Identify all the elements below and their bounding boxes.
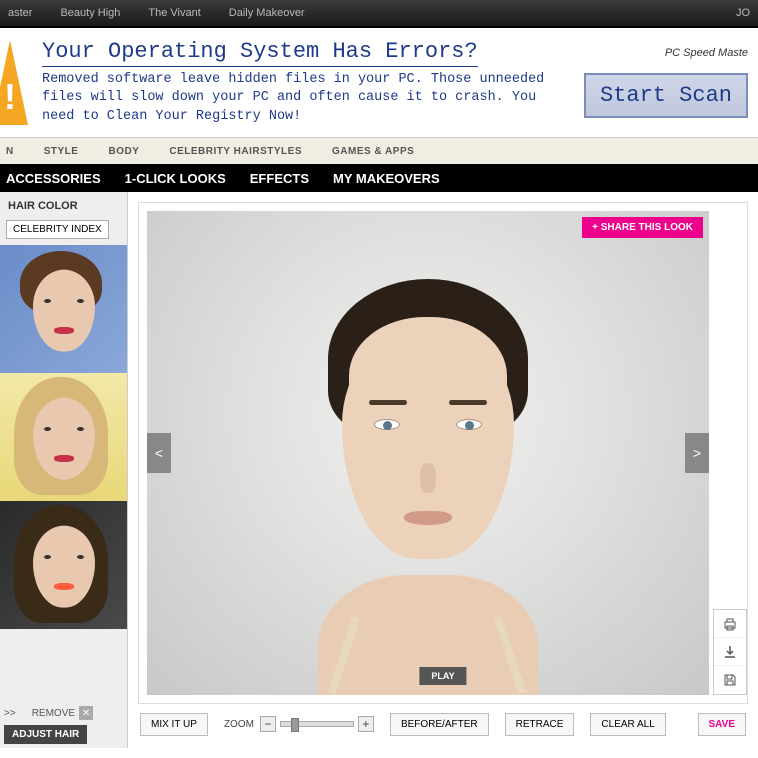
category-nav: N STYLE BODY CELEBRITY HAIRSTYLES GAMES … [0,138,758,164]
nav2-item-accessories[interactable]: ACCESSORIES [6,171,101,186]
zoom-in-button[interactable]: + [358,716,374,732]
top-nav-join[interactable]: JO [736,7,750,19]
bottom-controls: MIX IT UP ZOOM − + BEFORE/AFTER RETRACE … [138,704,748,738]
print-icon[interactable] [714,610,746,638]
ad-banner: ! Your Operating System Has Errors? Remo… [0,28,758,138]
zoom-slider[interactable] [280,721,354,727]
top-nav-item-vivant[interactable]: The Vivant [148,7,200,19]
nav1-item-n[interactable]: N [6,146,14,157]
ad-body: Removed software leave hidden files in y… [42,71,552,126]
celebrity-thumb-1[interactable] [0,245,127,373]
zoom-label: ZOOM [224,719,254,730]
play-button[interactable]: PLAY [419,667,466,685]
save-disk-icon[interactable] [714,666,746,694]
nav1-item-games[interactable]: GAMES & APPS [332,146,414,157]
next-arrow-button[interactable]: > [685,433,709,473]
remove-close-icon[interactable]: ✕ [79,706,93,720]
save-button[interactable]: SAVE [698,713,747,736]
clear-all-button[interactable]: CLEAR ALL [590,713,665,736]
nav2-item-looks[interactable]: 1-CLICK LOOKS [125,171,226,186]
top-nav-item-beautyhigh[interactable]: Beauty High [60,7,120,19]
ad-site-label: PC Speed Maste [584,47,748,59]
top-nav-item-master[interactable]: aster [8,7,32,19]
right-tool-column [713,609,747,695]
prev-arrow-button[interactable]: < [147,433,171,473]
top-nav: aster Beauty High The Vivant Daily Makeo… [0,0,758,28]
sidebar: HAIR COLOR CELEBRITY INDEX >> REMOVE ✕ A… [0,192,128,748]
zoom-slider-knob[interactable] [291,718,299,732]
sidebar-header: HAIR COLOR [0,192,127,220]
nav1-item-body[interactable]: BODY [108,146,139,157]
top-nav-item-dailymakeover[interactable]: Daily Makeover [229,7,305,19]
nav1-item-celebrity[interactable]: CELEBRITY HAIRSTYLES [169,146,302,157]
model-image [147,211,709,695]
canvas-area: + SHARE THIS LOOK < > PLAY MIX IT UP ZOO… [128,192,758,748]
nav2-item-effects[interactable]: EFFECTS [250,171,309,186]
share-look-button[interactable]: + SHARE THIS LOOK [582,217,703,238]
canvas: + SHARE THIS LOOK < > PLAY [138,202,748,704]
adjust-hair-button[interactable]: ADJUST HAIR [4,725,87,744]
download-icon[interactable] [714,638,746,666]
remove-label: REMOVE [32,708,75,719]
tool-nav: ACCESSORIES 1-CLICK LOOKS EFFECTS MY MAK… [0,164,758,192]
start-scan-button[interactable]: Start Scan [584,73,748,118]
celebrity-thumb-3[interactable] [0,501,127,629]
celebrity-thumb-2[interactable] [0,373,127,501]
nav1-item-style[interactable]: STYLE [44,146,79,157]
zoom-out-button[interactable]: − [260,716,276,732]
nav2-item-mymakeovers[interactable]: MY MAKEOVERS [333,171,440,186]
before-after-button[interactable]: BEFORE/AFTER [390,713,489,736]
zoom-control: ZOOM − + [224,716,374,732]
remove-prefix: >> [4,708,16,719]
celebrity-index-button[interactable]: CELEBRITY INDEX [6,220,109,239]
retrace-button[interactable]: RETRACE [505,713,575,736]
warning-icon: ! [0,40,28,125]
mix-it-up-button[interactable]: MIX IT UP [140,713,208,736]
ad-headline: Your Operating System Has Errors? [42,39,478,67]
